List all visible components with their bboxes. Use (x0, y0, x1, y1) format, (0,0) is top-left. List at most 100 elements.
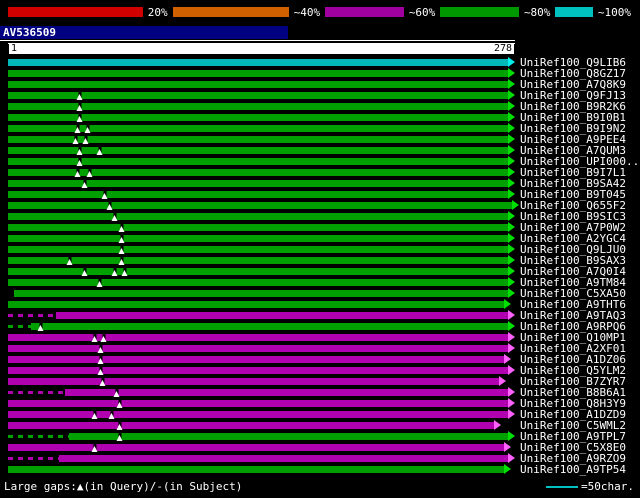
strand-arrow-icon (507, 211, 515, 221)
query-name: AV536509 (0, 26, 288, 39)
alignment-bar[interactable] (8, 222, 515, 232)
scale-label-80: ~80% (523, 5, 551, 19)
strand-arrow-icon (507, 453, 515, 463)
strand-arrow-icon (507, 90, 515, 100)
subject-gap-dashes (8, 325, 31, 328)
query-gap-marker-icon (118, 256, 126, 265)
subject-gap-dashes (8, 457, 59, 460)
alignment-track (8, 365, 515, 376)
alignment-track (8, 266, 515, 277)
strand-arrow-icon (507, 156, 515, 166)
scale-segment-80 (440, 7, 519, 17)
alignment-bar[interactable] (8, 200, 519, 210)
alignment-track (8, 398, 515, 409)
query-gap-marker-icon (116, 399, 124, 408)
subject-gap-dashes (8, 435, 69, 438)
strand-arrow-icon (507, 167, 515, 177)
strand-arrow-icon (507, 431, 515, 441)
strand-arrow-icon (507, 365, 515, 375)
alignment-track (8, 112, 515, 123)
alignment-bar[interactable] (56, 310, 515, 320)
strand-arrow-icon (507, 112, 515, 122)
alignment-track (8, 409, 515, 420)
alignment-bar[interactable] (8, 277, 515, 287)
query-gap-marker-icon (76, 157, 83, 166)
alignment-bar[interactable] (8, 255, 515, 265)
alignment-bar[interactable] (8, 398, 515, 408)
alignment-bar[interactable] (8, 464, 511, 474)
alignment-track (8, 442, 515, 453)
alignment-bar[interactable] (8, 167, 515, 177)
query-gap-marker-icon (118, 245, 126, 254)
strand-arrow-icon (507, 332, 515, 342)
query-gap-marker-icon (111, 267, 118, 276)
scale-label-40: ~40% (293, 5, 321, 19)
alignment-track (8, 57, 515, 68)
hit-accession-link[interactable]: UniRef100_A9TP54 (520, 464, 626, 475)
strand-arrow-icon (507, 57, 515, 67)
query-gap-marker-icon (97, 366, 104, 375)
identity-scale-bar: 20% ~40% ~60% ~80% ~100% (0, 0, 640, 19)
alignment-bar[interactable] (8, 376, 506, 386)
scale-length-label: =50char. (581, 480, 634, 493)
alignment-track (8, 134, 515, 145)
alignment-track (8, 123, 515, 134)
alignment-bar[interactable] (8, 244, 515, 254)
alignment-track (8, 420, 515, 431)
strand-arrow-icon (507, 244, 515, 254)
alignment-bar[interactable] (8, 57, 515, 67)
subject-gap-dashes (8, 391, 65, 394)
query-gap-marker-icon (74, 124, 81, 133)
query-gap-marker-icon (116, 421, 124, 430)
strand-arrow-icon (503, 354, 511, 364)
alignment-bar[interactable] (8, 420, 501, 430)
strand-arrow-icon (507, 288, 515, 298)
alignment-bar[interactable] (8, 332, 515, 342)
alignment-bar[interactable] (8, 365, 515, 375)
alignment-bar[interactable] (8, 123, 515, 133)
alignment-bar[interactable] (8, 189, 515, 199)
strand-arrow-icon (507, 321, 515, 331)
alignment-bar[interactable] (8, 409, 515, 419)
strand-arrow-icon (507, 387, 515, 397)
gaps-legend: Large gaps:▲(in Query)/-(in Subject) (4, 480, 243, 493)
alignment-track (8, 189, 515, 200)
alignment-bar[interactable] (68, 431, 515, 441)
scale-label-100: ~100% (597, 5, 631, 19)
alignment-bar[interactable] (8, 233, 515, 243)
alignment-track (8, 90, 515, 101)
query-gap-marker-icon (72, 135, 79, 144)
alignment-bar[interactable] (14, 288, 515, 298)
alignment-bar[interactable] (8, 68, 515, 78)
strand-arrow-icon (507, 398, 515, 408)
strand-arrow-icon (507, 343, 515, 353)
alignment-bar[interactable] (8, 79, 515, 89)
alignment-bar[interactable] (8, 299, 511, 309)
alignment-bar[interactable] (8, 354, 511, 364)
alignment-track (8, 178, 515, 189)
alignment-track (8, 321, 515, 332)
query-gap-marker-icon (113, 388, 121, 397)
alignment-track (8, 222, 515, 233)
scale-segment-20 (8, 7, 143, 17)
alignment-bar[interactable] (30, 321, 515, 331)
alignment-bar[interactable] (8, 211, 515, 221)
query-gap-marker-icon (108, 410, 115, 419)
alignment-bar[interactable] (64, 387, 515, 397)
query-gap-marker-icon (91, 443, 99, 452)
scale-segment-100 (555, 7, 593, 17)
query-gap-marker-icon (76, 91, 83, 100)
alignment-bar[interactable] (58, 453, 515, 463)
scale-segment-60 (325, 7, 404, 17)
alignment-track (8, 288, 515, 299)
query-gap-marker-icon (106, 201, 113, 210)
alignment-track (8, 101, 515, 112)
strand-arrow-icon (507, 255, 515, 265)
strand-arrow-icon (503, 442, 511, 452)
alignment-bar[interactable] (8, 442, 511, 452)
strand-arrow-icon (493, 420, 501, 430)
query-ruler: 1 278 (8, 43, 515, 54)
alignment-bar[interactable] (8, 343, 515, 353)
alignment-track (8, 167, 515, 178)
strand-arrow-icon (507, 189, 515, 199)
